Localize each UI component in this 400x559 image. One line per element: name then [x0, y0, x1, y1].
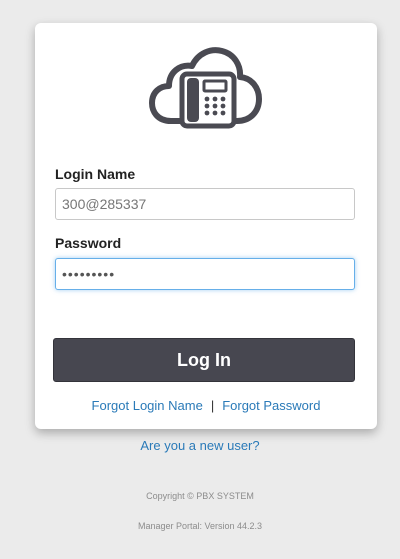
login-button[interactable]: Log In: [53, 338, 355, 382]
password-label: Password: [55, 235, 122, 251]
forgot-login-name-link[interactable]: Forgot Login Name: [92, 398, 203, 413]
login-page: Login Name Password Log In Forgot Login …: [0, 0, 400, 559]
login-name-input[interactable]: [55, 188, 355, 220]
link-separator: |: [210, 398, 215, 413]
copyright-text: Copyright © PBX SYSTEM: [146, 491, 254, 501]
new-user-link[interactable]: Are you a new user?: [140, 438, 259, 453]
version-text: Manager Portal: Version 44.2.3: [137, 521, 263, 531]
forgot-password-link[interactable]: Forgot Password: [222, 398, 320, 413]
login-card: Login Name Password Log In Forgot Login …: [35, 23, 377, 429]
new-user-row: Are you a new user?: [0, 438, 400, 453]
password-input[interactable]: [55, 258, 355, 290]
cloud-phone-icon: [149, 47, 262, 129]
login-name-label: Login Name: [55, 166, 136, 182]
recovery-links: Forgot Login Name | Forgot Password: [35, 398, 377, 413]
